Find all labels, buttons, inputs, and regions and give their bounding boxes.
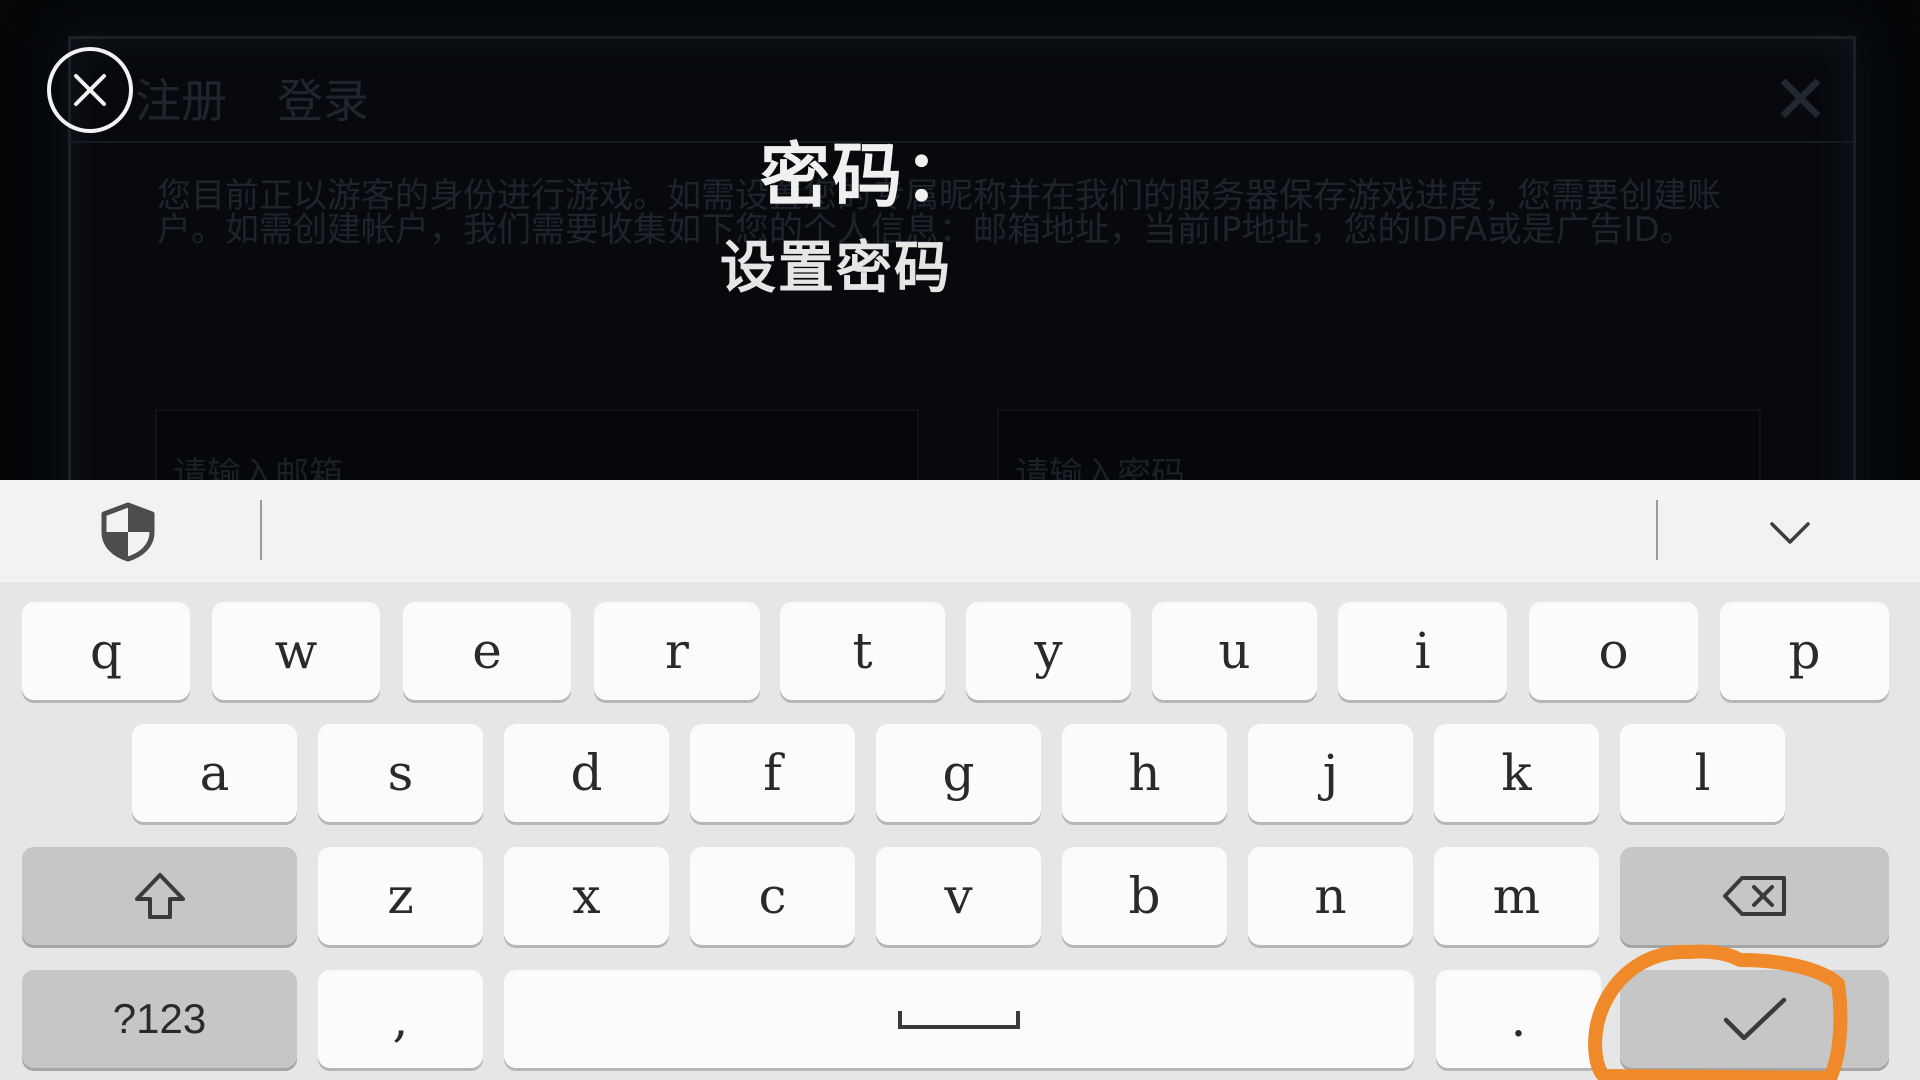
toolbar-separator [260,500,262,560]
symbols-button[interactable]: ?123 [22,970,297,1068]
key-q[interactable]: q [22,602,190,700]
tab-login[interactable]: 登录 [277,61,369,141]
key-f[interactable]: f [690,724,855,822]
checkmark-icon [1723,997,1786,1041]
key-l[interactable]: l [1620,724,1785,822]
key-b[interactable]: b [1062,847,1227,945]
screen: 注册 登录 ✕ 您目前正以游客的身份进行游戏。如需设置您的专属昵称并在我们的服务… [0,0,1920,1080]
password-placeholder: 请输入密码 [1015,455,1185,480]
backspace-icon [1722,876,1786,916]
space-bar[interactable] [504,970,1414,1068]
key-u[interactable]: u [1152,602,1317,700]
key-j[interactable]: j [1248,724,1413,822]
shift-icon [134,873,185,919]
comma-key[interactable]: , [318,970,483,1068]
account-dialog: 注册 登录 ✕ 您目前正以游客的身份进行游戏。如需设置您的专属昵称并在我们的服务… [68,36,1856,480]
key-g[interactable]: g [876,724,1041,822]
key-r[interactable]: r [594,602,760,700]
enter-button[interactable] [1620,970,1889,1068]
email-placeholder: 请输入邮箱 [173,455,343,480]
close-icon [74,74,106,106]
key-s[interactable]: s [318,724,483,822]
password-field[interactable]: 请输入密码 [997,409,1761,480]
key-x[interactable]: x [504,847,669,945]
key-p[interactable]: p [1720,602,1889,700]
overlay-close-button[interactable] [47,47,133,133]
key-a[interactable]: a [132,724,297,822]
key-c[interactable]: c [690,847,855,945]
game-background: 注册 登录 ✕ 您目前正以游客的身份进行游戏。如需设置您的专属昵称并在我们的服务… [0,0,1920,480]
key-w[interactable]: w [212,602,380,700]
key-v[interactable]: v [876,847,1041,945]
space-icon [898,1011,1020,1029]
key-k[interactable]: k [1434,724,1599,822]
email-field[interactable]: 请输入邮箱 [155,409,919,480]
key-e[interactable]: e [403,602,571,700]
key-n[interactable]: n [1248,847,1413,945]
key-d[interactable]: d [504,724,669,822]
keyboard-toolbar [0,480,1920,582]
period-key[interactable]: . [1436,970,1601,1068]
chevron-down-icon[interactable] [1768,510,1812,554]
key-m[interactable]: m [1434,847,1599,945]
dialog-close-icon[interactable]: ✕ [1772,61,1829,141]
shift-button[interactable] [22,847,297,945]
tab-register[interactable]: 注册 [135,61,227,141]
key-h[interactable]: h [1062,724,1227,822]
key-t[interactable]: t [780,602,945,700]
input-title: 密码： [760,135,976,217]
key-y[interactable]: y [966,602,1131,700]
dialog-tabs: 注册 登录 [135,61,369,141]
shield-icon[interactable] [100,502,156,562]
toolbar-separator [1656,500,1658,560]
key-z[interactable]: z [318,847,483,945]
key-o[interactable]: o [1529,602,1698,700]
key-i[interactable]: i [1338,602,1507,700]
input-subtitle: 设置密码 [720,236,952,301]
backspace-button[interactable] [1620,847,1889,945]
keyboard: q w e r t y u i o p a s d f g h j k l z … [0,582,1920,1080]
